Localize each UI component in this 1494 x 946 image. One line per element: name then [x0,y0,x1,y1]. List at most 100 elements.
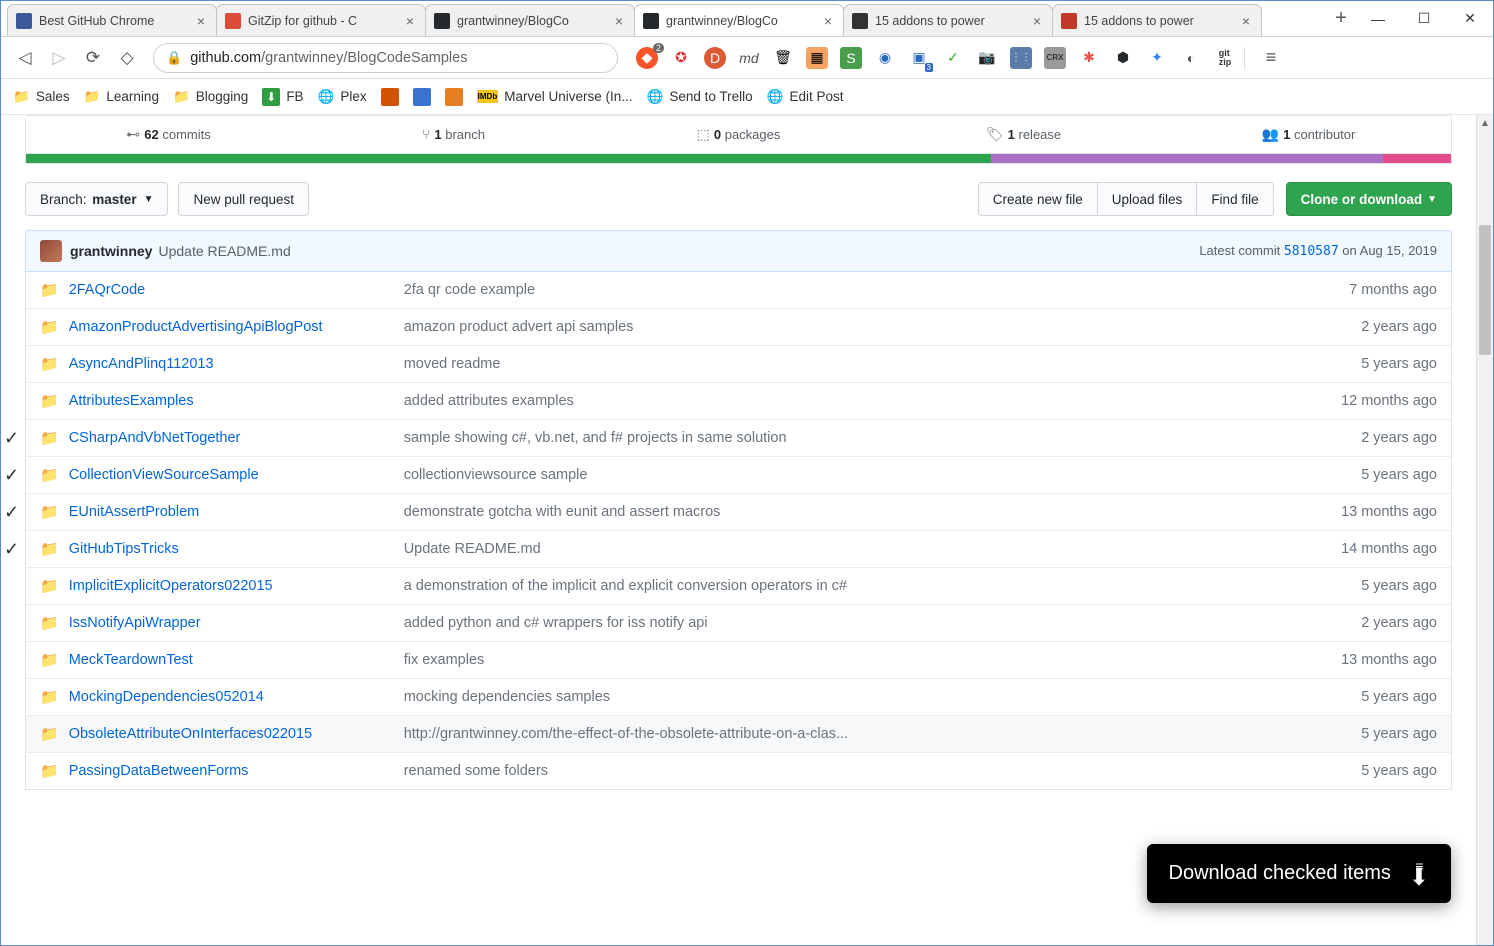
github-icon[interactable]: ⬢ [1112,47,1134,69]
new-tab-button[interactable]: + [1327,1,1355,36]
file-name[interactable]: 2FAQrCode [69,282,404,298]
tab-close-icon[interactable]: × [821,14,835,28]
tab-close-icon[interactable]: × [403,14,417,28]
ext-icon-8[interactable]: ◉ [874,47,896,69]
ext-icon-2[interactable]: ✪ [670,47,692,69]
tab-close-icon[interactable]: × [612,14,626,28]
file-row[interactable]: ✓📁CollectionViewSourceSamplecollectionvi… [26,456,1451,493]
avatar[interactable] [40,240,62,262]
file-name[interactable]: ObsoleteAttributeOnInterfaces022015 [69,726,404,742]
bookmark-2[interactable]: 📁Blogging [173,89,248,105]
crx-icon[interactable]: CRX [1044,47,1066,69]
file-commit-message[interactable]: mocking dependencies samples [404,689,1287,705]
file-name[interactable]: CSharpAndVbNetTogether [69,430,404,446]
ext-icon-12[interactable]: ⋮⋮ [1010,47,1032,69]
file-commit-message[interactable]: Update README.md [404,541,1287,557]
release-stat[interactable]: 🏷1 release [881,116,1166,153]
new-pull-request-button[interactable]: New pull request [178,182,309,216]
bookmark-icon[interactable]: ◇ [113,44,141,72]
tab-close-icon[interactable]: × [1239,14,1253,28]
file-commit-message[interactable]: http://grantwinney.com/the-effect-of-the… [404,726,1287,742]
back-button[interactable]: ◁ [11,44,39,72]
minimize-button[interactable]: — [1355,3,1401,35]
browser-tab-4[interactable]: 15 addons to power× [843,4,1053,36]
ext-icon-17[interactable]: ◐ [1180,47,1202,69]
close-button[interactable]: ✕ [1447,3,1493,35]
gitzip-icon[interactable]: gitzip [1214,47,1236,69]
camera-icon[interactable]: 📷 [976,47,998,69]
ext-icon-14[interactable]: ✱ [1078,47,1100,69]
browser-menu[interactable]: ≡ [1259,47,1283,68]
browser-tab-3[interactable]: grantwinney/BlogCo× [634,4,844,36]
file-row[interactable]: 📁AmazonProductAdvertisingApiBlogPostamaz… [26,308,1451,345]
forward-button[interactable]: ▷ [45,44,73,72]
bookmark-8[interactable]: IMDbMarvel Universe (In... [477,89,633,104]
file-row[interactable]: 📁IssNotifyApiWrapperadded python and c# … [26,604,1451,641]
file-commit-message[interactable]: a demonstration of the implicit and expl… [404,578,1287,594]
file-commit-message[interactable]: 2fa qr code example [404,282,1287,298]
bookmark-7[interactable] [445,88,463,106]
file-row[interactable]: ✓📁CSharpAndVbNetTogethersample showing c… [26,419,1451,456]
confluence-icon[interactable]: ✦ [1146,47,1168,69]
file-row[interactable]: 📁AttributesExamplesadded attributes exam… [26,382,1451,419]
file-name[interactable]: MockingDependencies052014 [69,689,404,705]
file-name[interactable]: EUnitAssertProblem [69,504,404,520]
ext-icon-9[interactable]: ▣3 [908,47,930,69]
bookmark-4[interactable]: 🌐Plex [318,89,367,105]
file-commit-message[interactable]: fix examples [404,652,1287,668]
contributor-stat[interactable]: 👥1 contributor [1166,116,1451,153]
create-file-button[interactable]: Create new file [978,182,1098,216]
ext-icon-s[interactable]: S [840,47,862,69]
find-file-button[interactable]: Find file [1196,182,1273,216]
commits-stat[interactable]: ⊷62 commits [26,116,311,153]
upload-files-button[interactable]: Upload files [1097,182,1198,216]
file-row[interactable]: ✓📁EUnitAssertProblemdemonstrate gotcha w… [26,493,1451,530]
file-commit-message[interactable]: demonstrate gotcha with eunit and assert… [404,504,1287,520]
file-commit-message[interactable]: added attributes examples [404,393,1287,409]
tab-close-icon[interactable]: × [1030,14,1044,28]
bookmark-5[interactable] [381,88,399,106]
browser-tab-2[interactable]: grantwinney/BlogCo× [425,4,635,36]
scroll-thumb[interactable] [1479,225,1491,355]
file-name[interactable]: ImplicitExplicitOperators022015 [69,578,404,594]
file-commit-message[interactable]: renamed some folders [404,763,1287,779]
file-row[interactable]: 📁AsyncAndPlinq112013moved readme5 years … [26,345,1451,382]
browser-tab-5[interactable]: 15 addons to power× [1052,4,1262,36]
commit-author[interactable]: grantwinney [70,243,152,259]
file-row[interactable]: ✓📁GitHubTipsTricksUpdate README.md14 mon… [26,530,1451,567]
file-name[interactable]: AttributesExamples [69,393,404,409]
file-row[interactable]: 📁MockingDependencies052014mocking depend… [26,678,1451,715]
file-row[interactable]: 📁MeckTeardownTestfix examples13 months a… [26,641,1451,678]
file-commit-message[interactable]: sample showing c#, vb.net, and f# projec… [404,430,1287,446]
branch-select[interactable]: Branch: master▼ [25,182,168,216]
language-bar[interactable] [25,154,1452,164]
file-name[interactable]: GitHubTipsTricks [69,541,404,557]
clone-download-button[interactable]: Clone or download▼ [1286,182,1452,216]
duckduckgo-icon[interactable]: D [704,47,726,69]
brave-icon[interactable]: ◆2 [636,47,658,69]
scroll-up-arrow[interactable]: ▲ [1477,115,1493,132]
address-bar[interactable]: 🔒 github.com/grantwinney/BlogCodeSamples [153,43,618,73]
tab-close-icon[interactable]: × [194,14,208,28]
vertical-scrollbar[interactable]: ▲ [1476,115,1493,945]
commit-message[interactable]: Update README.md [158,243,290,259]
branch-stat[interactable]: ⑂1 branch [311,116,596,153]
file-name[interactable]: MeckTeardownTest [69,652,404,668]
file-name[interactable]: PassingDataBetweenForms [69,763,404,779]
file-name[interactable]: AmazonProductAdvertisingApiBlogPost [69,319,404,335]
browser-tab-1[interactable]: GitZip for github - C× [216,4,426,36]
bookmark-6[interactable] [413,88,431,106]
file-name[interactable]: AsyncAndPlinq112013 [69,356,404,372]
file-name[interactable]: CollectionViewSourceSample [69,467,404,483]
ext-icon-10[interactable]: ✓ [942,47,964,69]
browser-tab-0[interactable]: Best GitHub Chrome× [7,4,217,36]
bookmark-9[interactable]: 🌐Send to Trello [647,89,753,105]
bookmark-3[interactable]: ⬇FB [262,88,303,106]
reload-button[interactable]: ⟳ [79,44,107,72]
file-name[interactable]: IssNotifyApiWrapper [69,615,404,631]
file-commit-message[interactable]: amazon product advert api samples [404,319,1287,335]
trash-icon[interactable]: 🗑 [772,47,794,69]
file-row[interactable]: 📁2FAQrCode2fa qr code example7 months ag… [26,272,1451,308]
packages-stat[interactable]: ⬚0 packages [596,116,881,153]
commit-sha[interactable]: 5810587 [1284,244,1339,259]
